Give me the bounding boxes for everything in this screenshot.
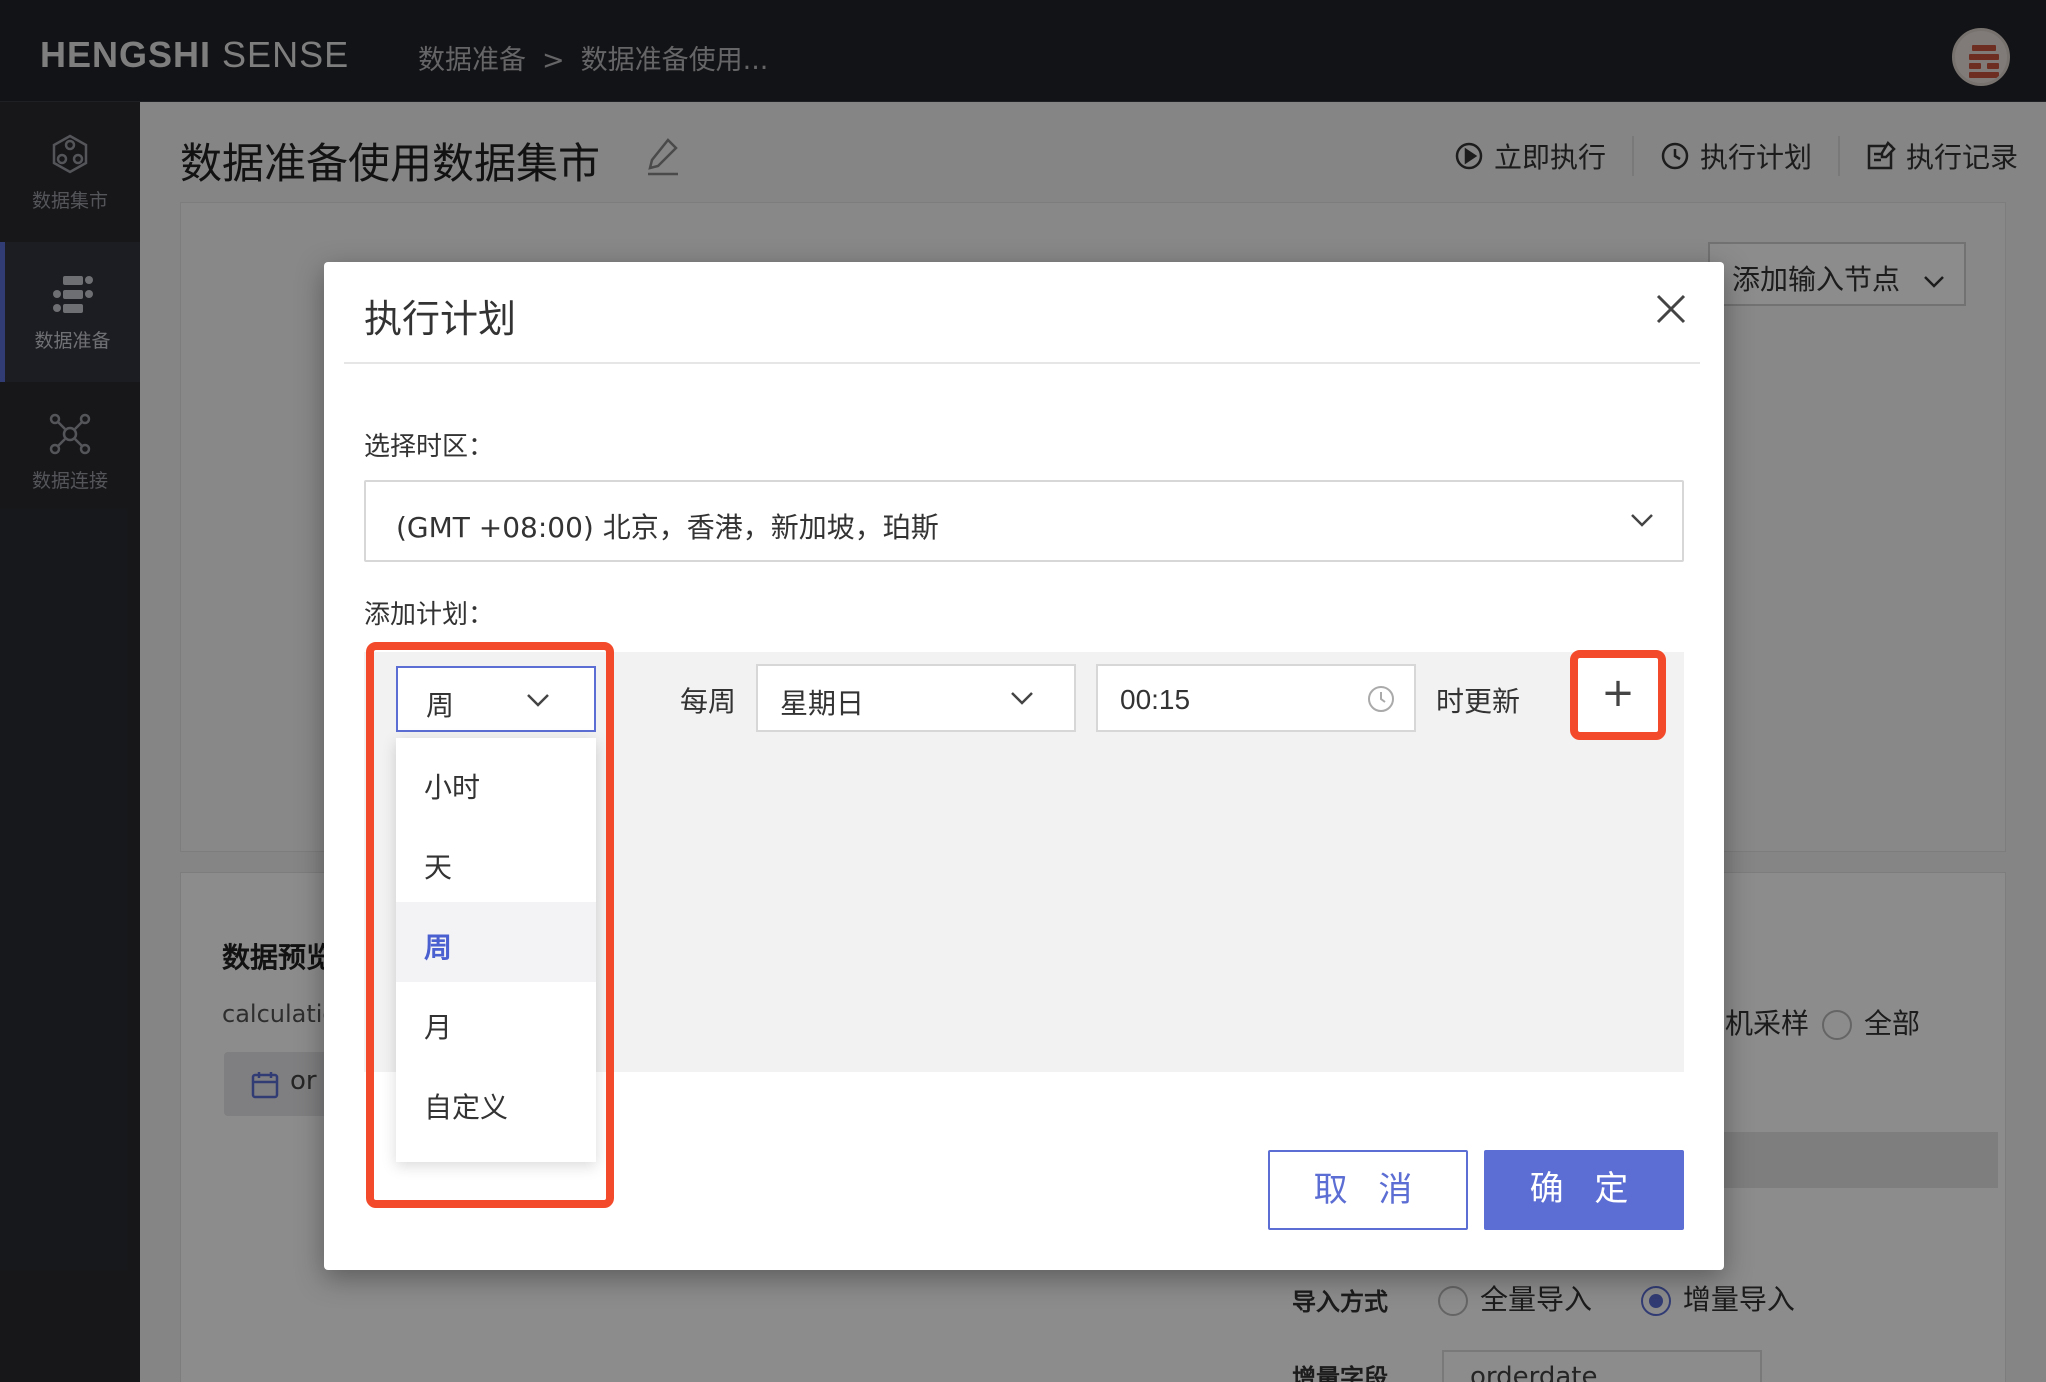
- dialog-divider: [344, 362, 1700, 364]
- close-icon[interactable]: [1654, 292, 1688, 326]
- plan-label: 添加计划：: [364, 600, 495, 630]
- time-picker[interactable]: 00:15: [1096, 664, 1416, 732]
- chevron-down-icon: [1011, 692, 1033, 705]
- confirm-button[interactable]: 确 定: [1484, 1150, 1684, 1230]
- dialog-title: 执行计划: [364, 297, 517, 341]
- weekday-select[interactable]: 星期日: [756, 664, 1076, 732]
- update-label: 时更新: [1436, 685, 1521, 718]
- time-value: 00:15: [1120, 684, 1191, 715]
- add-plan-button[interactable]: +: [1586, 664, 1650, 726]
- chevron-down-icon: [1631, 514, 1653, 527]
- schedule-dialog: 执行计划 选择时区： (GMT +08:00) 北京，香港，新加坡，珀斯 添加计…: [324, 262, 1724, 1270]
- timezone-value: (GMT +08:00) 北京，香港，新加坡，珀斯: [396, 511, 939, 544]
- clock-icon: [1368, 686, 1394, 712]
- cancel-button[interactable]: 取 消: [1268, 1150, 1468, 1230]
- highlight-annotation-add: +: [1570, 650, 1666, 740]
- highlight-annotation-period: [366, 642, 614, 1208]
- timezone-label: 选择时区：: [364, 432, 495, 462]
- weekly-label: 每周: [680, 685, 737, 718]
- weekday-value: 星期日: [780, 687, 865, 720]
- timezone-select[interactable]: (GMT +08:00) 北京，香港，新加坡，珀斯: [364, 480, 1684, 562]
